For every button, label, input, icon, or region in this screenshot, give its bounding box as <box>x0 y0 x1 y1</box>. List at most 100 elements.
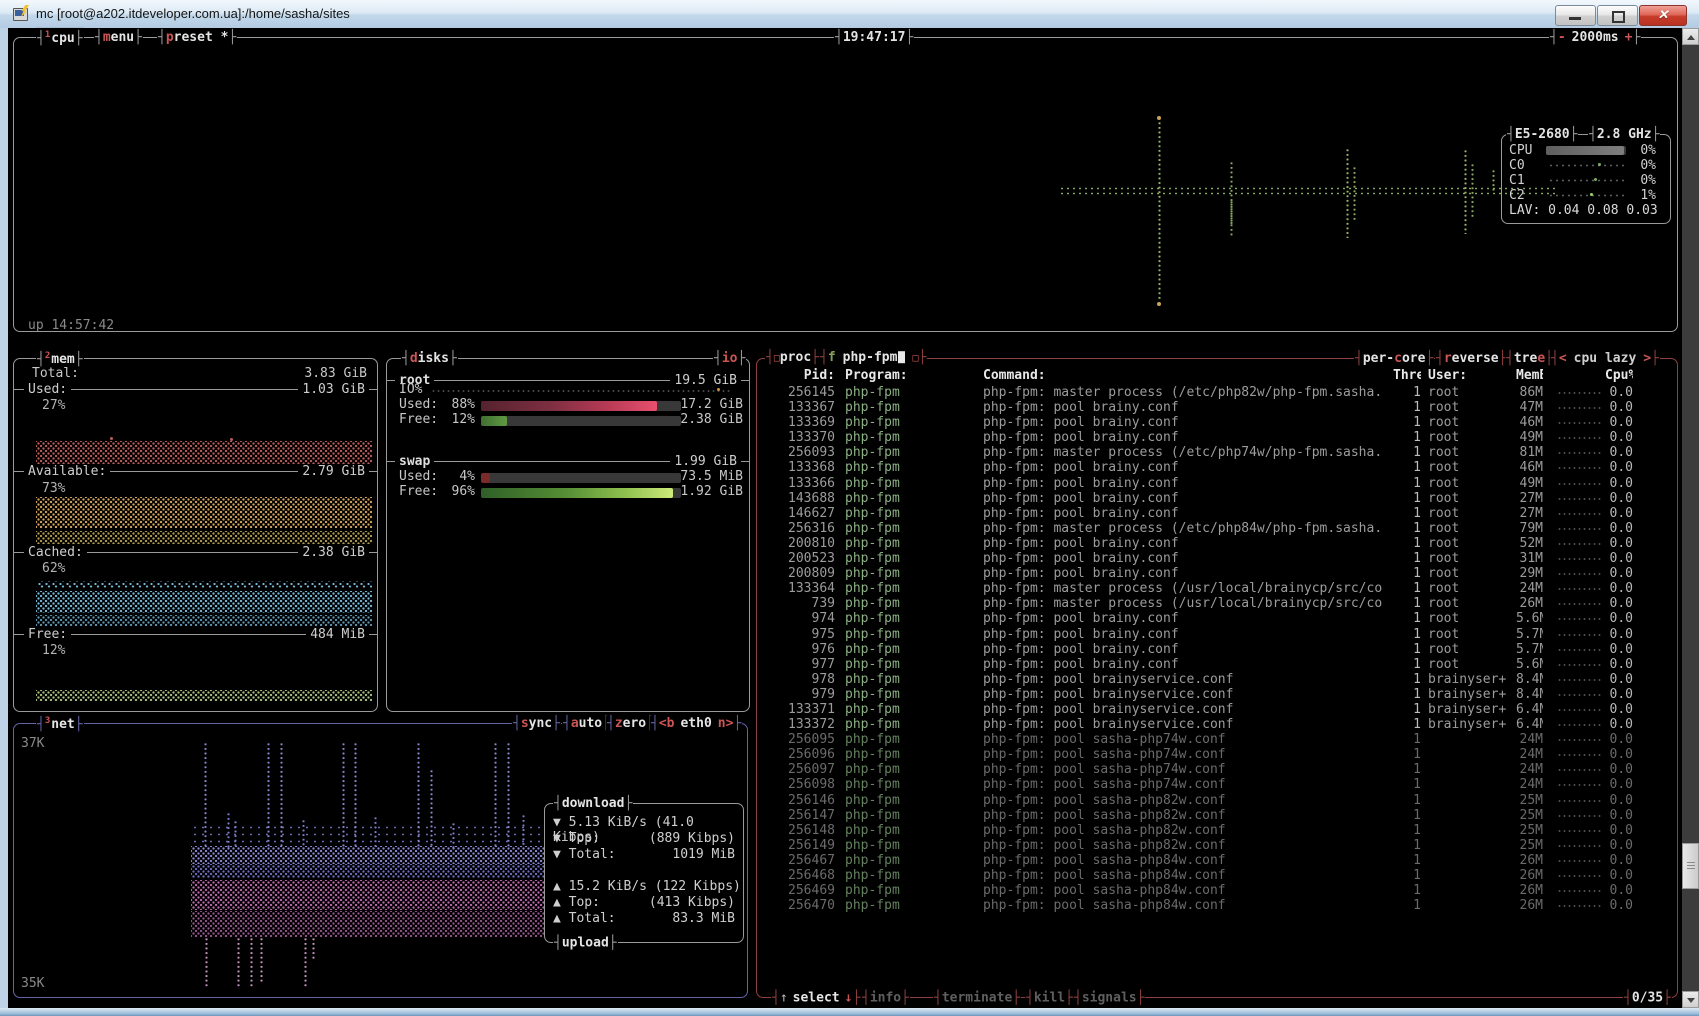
process-row[interactable]: 133364 php-fpm php-fpm: master process (… <box>764 581 1670 596</box>
net-auto-button[interactable]: auto <box>562 716 611 731</box>
core2-meter <box>1548 193 1626 198</box>
disk-free-label: Free: <box>399 412 438 427</box>
disks-io-toggle[interactable]: io <box>713 351 746 366</box>
process-row[interactable]: 133371 php-fpm php-fpm: pool brainyservi… <box>764 702 1670 717</box>
process-row[interactable]: 200523 php-fpm php-fpm: pool brainy.conf… <box>764 551 1670 566</box>
scroll-up-button[interactable] <box>1682 28 1699 45</box>
process-row[interactable]: 133370 php-fpm php-fpm: pool brainy.conf… <box>764 430 1670 445</box>
process-row[interactable]: 133372 php-fpm php-fpm: pool brainyservi… <box>764 717 1670 732</box>
process-program: php-fpm <box>835 642 969 657</box>
column-command[interactable]: Command: <box>969 368 1393 383</box>
process-mem-graph <box>1543 460 1605 475</box>
preset-button[interactable]: preset * <box>157 30 237 45</box>
process-row[interactable]: 256316 php-fpm php-fpm: master process (… <box>764 521 1670 536</box>
process-cpu: 0.0 <box>1605 627 1633 642</box>
kill-button[interactable]: kill <box>1025 990 1074 1005</box>
process-row[interactable]: 200809 php-fpm php-fpm: pool brainy.conf… <box>764 566 1670 581</box>
scroll-down-button[interactable] <box>1682 991 1699 1008</box>
process-row[interactable]: 256093 php-fpm php-fpm: master process (… <box>764 445 1670 460</box>
process-mem: 24M <box>1516 732 1543 747</box>
process-pid: 974 <box>764 611 835 626</box>
reverse-toggle[interactable]: reverse <box>1435 351 1507 366</box>
menu-button[interactable]: menu <box>94 30 143 45</box>
info-button[interactable]: info <box>861 990 910 1005</box>
sort-prev-button[interactable]: < <box>1559 351 1567 366</box>
cpu-total-label: CPU <box>1509 143 1545 158</box>
column-cpu[interactable]: Cpu% <box>1605 368 1633 383</box>
process-row[interactable]: 739 php-fpm php-fpm: master process (/us… <box>764 596 1670 611</box>
process-threads: 1 <box>1393 596 1421 611</box>
process-threads: 1 <box>1393 793 1421 808</box>
maximize-button[interactable] <box>1597 5 1638 26</box>
column-program[interactable]: Program: <box>835 368 969 383</box>
interval-decrease-button[interactable]: - <box>1558 30 1566 45</box>
select-control[interactable]: ↑select↓ <box>771 990 861 1005</box>
scrollbar[interactable] <box>1682 28 1699 1008</box>
process-table: 256145 php-fpm php-fpm: master process (… <box>764 385 1670 913</box>
terminate-button[interactable]: terminate <box>933 990 1021 1005</box>
column-pid[interactable]: Pid: <box>764 368 835 383</box>
process-row[interactable]: 256145 php-fpm php-fpm: master process (… <box>764 385 1670 400</box>
process-row[interactable]: 979 php-fpm php-fpm: pool brainyservice.… <box>764 687 1670 702</box>
process-row[interactable]: 256148 php-fpm php-fpm: pool sasha-php82… <box>764 823 1670 838</box>
interval-increase-button[interactable]: + <box>1625 30 1633 45</box>
process-row[interactable]: 256098 php-fpm php-fpm: pool sasha-php74… <box>764 777 1670 792</box>
minimize-button[interactable] <box>1555 5 1596 26</box>
tree-toggle[interactable]: tree <box>1505 351 1554 366</box>
arrow-up-icon <box>1687 35 1695 40</box>
process-row[interactable]: 978 php-fpm php-fpm: pool brainyservice.… <box>764 672 1670 687</box>
process-row[interactable]: 256469 php-fpm php-fpm: pool sasha-php84… <box>764 883 1670 898</box>
process-row[interactable]: 133367 php-fpm php-fpm: pool brainy.conf… <box>764 400 1670 415</box>
process-row[interactable]: 256467 php-fpm php-fpm: pool sasha-php84… <box>764 853 1670 868</box>
process-row[interactable]: 974 php-fpm php-fpm: pool brainy.conf 1 … <box>764 611 1670 626</box>
process-row[interactable]: 975 php-fpm php-fpm: pool brainy.conf 1 … <box>764 627 1670 642</box>
process-cpu: 0.0 <box>1605 596 1633 611</box>
process-row[interactable]: 976 php-fpm php-fpm: pool brainy.conf 1 … <box>764 642 1670 657</box>
column-user[interactable]: User: <box>1421 368 1516 383</box>
process-row[interactable]: 133368 php-fpm php-fpm: pool brainy.conf… <box>764 460 1670 475</box>
process-row[interactable]: 200810 php-fpm php-fpm: pool brainy.conf… <box>764 536 1670 551</box>
process-row[interactable]: 256097 php-fpm php-fpm: pool sasha-php74… <box>764 762 1670 777</box>
process-row[interactable]: 143688 php-fpm php-fpm: pool brainy.conf… <box>764 491 1670 506</box>
process-command: php-fpm: pool sasha-php74w.conf <box>969 762 1393 777</box>
mem-available-percent: 73% <box>42 481 65 496</box>
process-row[interactable]: 256468 php-fpm php-fpm: pool sasha-php84… <box>764 868 1670 883</box>
column-threads[interactable]: Threads: <box>1393 368 1421 383</box>
process-row[interactable]: 133366 php-fpm php-fpm: pool brainy.conf… <box>764 476 1670 491</box>
sort-next-button[interactable]: > <box>1643 351 1651 366</box>
process-row[interactable]: 256146 php-fpm php-fpm: pool sasha-php82… <box>764 793 1670 808</box>
scrollbar-thumb[interactable] <box>1682 843 1699 889</box>
column-mem[interactable]: MemB <box>1516 368 1543 383</box>
iface-next-button[interactable]: n> <box>718 716 734 731</box>
close-button[interactable]: ✕ <box>1639 5 1687 26</box>
process-row[interactable]: 146627 php-fpm php-fpm: pool brainy.conf… <box>764 506 1670 521</box>
process-mem-graph <box>1543 385 1605 400</box>
process-row[interactable]: 133369 php-fpm php-fpm: pool brainy.conf… <box>764 415 1670 430</box>
selection-position: 0/35 <box>1623 990 1672 1005</box>
net-scale-bottom: 35K <box>21 976 44 991</box>
iface-prev-button[interactable]: <b <box>659 716 675 731</box>
net-sync-button[interactable]: sync <box>512 716 561 731</box>
signals-button[interactable]: signals <box>1073 990 1145 1005</box>
process-mem: 86M <box>1516 385 1543 400</box>
process-pid: 133366 <box>764 476 835 491</box>
process-mem-graph <box>1543 611 1605 626</box>
titlebar: mc [root@a202.itdeveloper.com.ua]:/home/… <box>0 0 1699 29</box>
process-row[interactable]: 977 php-fpm php-fpm: pool brainy.conf 1 … <box>764 657 1670 672</box>
per-core-toggle[interactable]: per-core <box>1354 351 1434 366</box>
maximize-icon <box>1612 11 1625 23</box>
process-row[interactable]: 256096 php-fpm php-fpm: pool sasha-php74… <box>764 747 1670 762</box>
process-mem-graph <box>1543 898 1605 913</box>
process-user: root <box>1421 551 1516 566</box>
process-row[interactable]: 256147 php-fpm php-fpm: pool sasha-php82… <box>764 808 1670 823</box>
mem-total-value: 3.83 GiB <box>304 366 367 381</box>
process-row[interactable]: 256095 php-fpm php-fpm: pool sasha-php74… <box>764 732 1670 747</box>
process-row[interactable]: 256149 php-fpm php-fpm: pool sasha-php82… <box>764 838 1670 853</box>
net-zero-button[interactable]: zero <box>606 716 655 731</box>
process-row[interactable]: 256470 php-fpm php-fpm: pool sasha-php84… <box>764 898 1670 913</box>
process-mem: 5.6M <box>1516 657 1543 672</box>
process-cpu: 0.0 <box>1605 747 1633 762</box>
process-filter[interactable]: fphp-fpm□ <box>819 350 927 366</box>
swap-free-value: 1.92 GiB <box>680 484 743 499</box>
process-command: php-fpm: pool brainy.conf <box>969 536 1393 551</box>
